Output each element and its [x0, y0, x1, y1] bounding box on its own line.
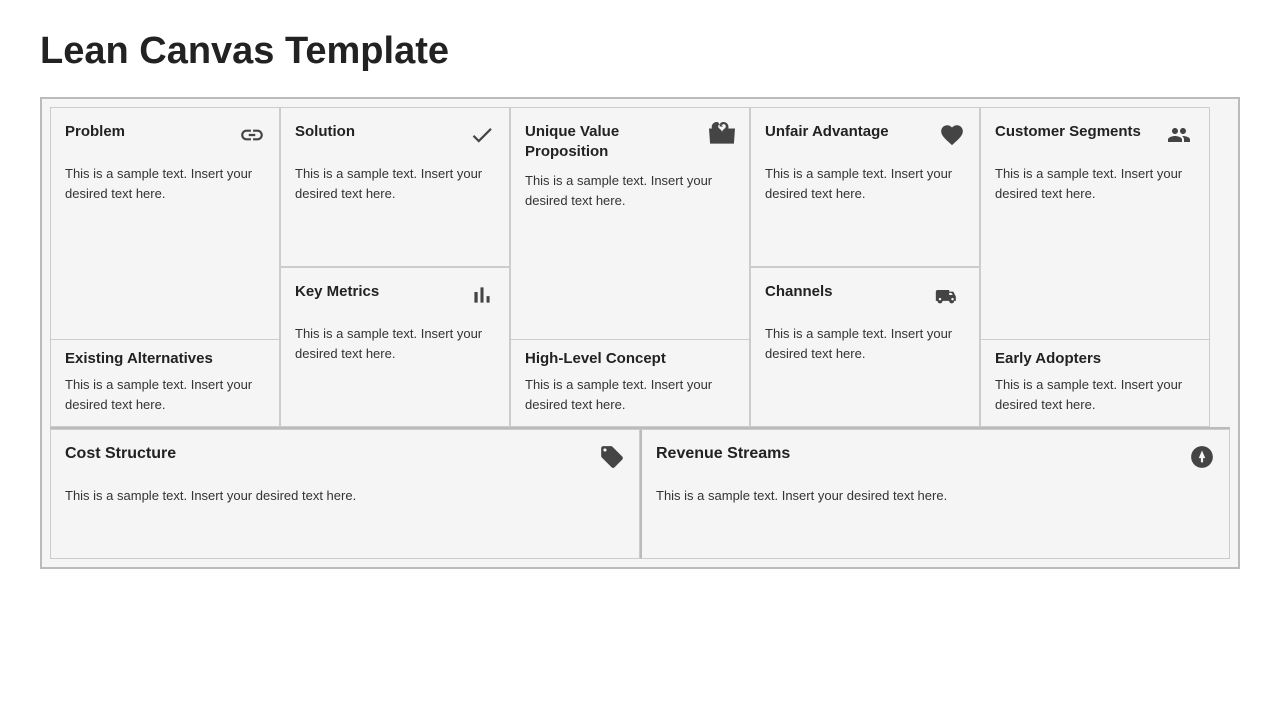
canvas-wrapper: Problem This is a sample text. Insert yo…: [40, 97, 1240, 569]
revenue-streams-cell: Revenue Streams This is a sample text. I…: [640, 429, 1230, 559]
solution-icon: [469, 122, 495, 154]
cost-structure-cell: Cost Structure This is a sample text. In…: [50, 429, 640, 559]
early-adopters-text: This is a sample text. Insert your desir…: [995, 375, 1195, 414]
customer-segments-text: This is a sample text. Insert your desir…: [995, 164, 1195, 203]
unfair-advantage-text: This is a sample text. Insert your desir…: [765, 164, 965, 203]
revenue-streams-text: This is a sample text. Insert your desir…: [656, 486, 1215, 506]
solution-text: This is a sample text. Insert your desir…: [295, 164, 495, 203]
cost-structure-icon: [599, 444, 625, 476]
channels-icon: [935, 282, 965, 314]
uvp-cell: Unique Value Proposition This is a sampl…: [510, 107, 750, 427]
customer-segments-title: Customer Segments: [995, 122, 1141, 142]
problem-text: This is a sample text. Insert your desir…: [65, 164, 265, 203]
customer-segments-cell: Customer Segments This is a sample text.…: [980, 107, 1210, 427]
high-level-concept-text: This is a sample text. Insert your desir…: [525, 375, 735, 414]
existing-alternatives-text: This is a sample text. Insert your desir…: [65, 375, 265, 414]
revenue-streams-icon: [1189, 444, 1215, 476]
unfair-advantage-title: Unfair Advantage: [765, 122, 889, 142]
key-metrics-cell: Key Metrics This is a sample text. Inser…: [280, 267, 510, 427]
customer-segments-icon: [1167, 122, 1195, 154]
channels-cell: Channels This is a sample text. Insert y…: [750, 267, 980, 427]
early-adopters-title: Early Adopters: [995, 350, 1195, 367]
uvp-title: Unique Value Proposition: [525, 122, 701, 161]
uvp-icon: [709, 122, 735, 154]
key-metrics-text: This is a sample text. Insert your desir…: [295, 324, 495, 363]
uvp-text: This is a sample text. Insert your desir…: [525, 171, 735, 210]
solution-title: Solution: [295, 122, 355, 142]
unfair-advantage-icon: [939, 122, 965, 154]
problem-icon: [239, 122, 265, 154]
canvas-bottom: Cost Structure This is a sample text. In…: [50, 429, 1230, 559]
unfair-advantage-cell: Unfair Advantage This is a sample text. …: [750, 107, 980, 267]
page-title: Lean Canvas Template: [40, 30, 1240, 73]
cost-structure-text: This is a sample text. Insert your desir…: [65, 486, 625, 506]
problem-cell: Problem This is a sample text. Insert yo…: [50, 107, 280, 427]
revenue-streams-title: Revenue Streams: [656, 444, 790, 465]
key-metrics-title: Key Metrics: [295, 282, 379, 302]
channels-title: Channels: [765, 282, 833, 302]
high-level-concept-title: High-Level Concept: [525, 350, 735, 367]
solution-cell: Solution This is a sample text. Insert y…: [280, 107, 510, 267]
problem-title: Problem: [65, 122, 125, 142]
key-metrics-icon: [469, 282, 495, 314]
canvas-main: Problem This is a sample text. Insert yo…: [50, 107, 1230, 429]
existing-alternatives-title: Existing Alternatives: [65, 350, 265, 367]
cost-structure-title: Cost Structure: [65, 444, 176, 465]
channels-text: This is a sample text. Insert your desir…: [765, 324, 965, 363]
